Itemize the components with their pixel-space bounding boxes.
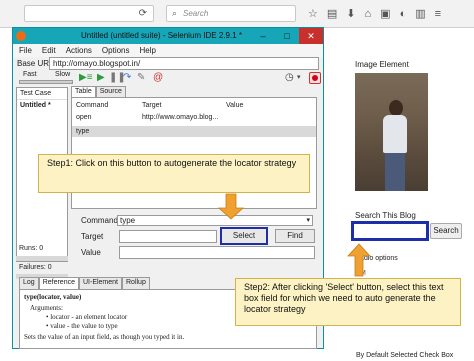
header-value: Value <box>226 102 244 109</box>
maximize-icon[interactable]: □ <box>275 28 299 44</box>
speed-slider[interactable] <box>19 80 73 84</box>
menu-edit[interactable]: Edit <box>42 44 56 57</box>
menu-help[interactable]: Help <box>140 44 156 57</box>
default-checkbox-label: By Default Selected Check Box <box>356 352 454 359</box>
reference-arg-value: • value - the value to type <box>46 322 118 330</box>
table-row[interactable]: open http://www.omayo.blog... <box>72 112 316 123</box>
editor-tabs: Table Source <box>71 86 126 97</box>
browser-toolbar-icons: ☆ ▤ ⬇ ⌂ ▣ ◐ ▥ ≡ <box>308 6 441 22</box>
clipboard-icon[interactable]: ▤ <box>327 6 337 22</box>
blog-search-input[interactable] <box>351 221 429 241</box>
cell-target: http://www.omayo.blog... <box>142 114 219 121</box>
person-legs <box>385 153 405 191</box>
image-element-title: Image Element <box>355 60 409 69</box>
search-icon: ⌕ <box>172 8 178 18</box>
tab-ui-element[interactable]: UI-Element <box>78 277 122 289</box>
failures-count: 0 <box>47 264 52 271</box>
clock-icon[interactable]: ◷ <box>285 72 294 84</box>
chat-icon[interactable]: ▣ <box>380 6 390 22</box>
close-icon[interactable]: ✕ <box>299 28 323 44</box>
tab-source[interactable]: Source <box>95 86 126 97</box>
ide-menubar: File Edit Actions Options Help <box>13 44 323 57</box>
runs-progress-bar <box>16 256 68 261</box>
base-url-label: Base URL <box>17 59 54 68</box>
dropdown-arrow-icon[interactable]: ▾ <box>297 72 301 84</box>
select-button[interactable]: Select <box>220 227 268 245</box>
browser-search-field[interactable]: ⌕ Search <box>166 5 296 22</box>
test-case-header: Test Case <box>17 88 67 100</box>
menu-icon[interactable]: ≡ <box>435 6 441 22</box>
header-command: Command <box>76 102 109 109</box>
speed-fast-label: Fast <box>23 71 37 78</box>
value-input[interactable] <box>119 246 315 259</box>
tab-table[interactable]: Table <box>71 86 96 97</box>
reference-signature: type(locator, value) <box>24 293 82 301</box>
ide-toolbar: Fast Slow ▶≡ ▶ ❚❚ ↷ ✎ @ ◷ ▾ <box>15 71 321 86</box>
record-button[interactable] <box>309 72 321 84</box>
failures-label: Failures: 0 <box>19 264 52 271</box>
bottom-tabs: Log Reference UI-Element Rollup <box>19 277 150 289</box>
home-icon[interactable]: ⌂ <box>365 6 372 22</box>
reference-arg-locator-text: locator - an element locator <box>50 313 128 321</box>
download-icon[interactable]: ⬇ <box>346 6 355 22</box>
runs-count: 0 <box>39 245 44 252</box>
rollup-icon[interactable]: ✎ <box>137 72 145 84</box>
search-blog-title: Search This Blog <box>355 211 416 220</box>
cell-command: open <box>76 114 92 121</box>
blog-search-button[interactable]: Search <box>430 223 462 239</box>
person-head <box>389 100 403 116</box>
chevron-down-icon: ▾ <box>306 217 310 224</box>
firefox-icon <box>16 31 26 41</box>
ide-titlebar: Untitled (untitled suite) - Selenium IDE… <box>13 28 323 44</box>
reference-arguments-label: Arguments: <box>30 304 63 312</box>
pocket-icon[interactable]: ◐ <box>400 6 407 22</box>
tab-log[interactable]: Log <box>19 277 39 289</box>
schedule-icon[interactable]: @ <box>153 72 163 84</box>
minimize-icon[interactable]: – <box>251 28 275 44</box>
menu-actions[interactable]: Actions <box>66 44 92 57</box>
search-placeholder: Search <box>183 9 209 18</box>
runs-label-text: Runs: <box>19 245 38 252</box>
base-url-input[interactable]: http://omayo.blogspot.in/ <box>49 57 319 70</box>
reference-arg-value-text: value - the value to type <box>50 322 118 330</box>
runs-label: Runs: 0 <box>19 245 43 252</box>
reference-arg-locator: • locator - an element locator <box>46 313 128 321</box>
command-label: Command <box>81 216 118 225</box>
tab-reference[interactable]: Reference <box>38 277 79 289</box>
cell-command: type <box>76 128 90 135</box>
value-label: Value <box>81 248 101 257</box>
play-suite-icon[interactable]: ▶≡ <box>79 72 93 84</box>
star-icon[interactable]: ☆ <box>308 6 318 22</box>
play-test-icon[interactable]: ▶ <box>97 72 105 84</box>
find-button[interactable]: Find <box>275 229 315 243</box>
radio-options-title: Radio options <box>355 255 398 262</box>
speed-slow-label: Slow <box>55 71 71 78</box>
reader-icon[interactable]: ▥ <box>415 6 425 22</box>
table-row-selected[interactable]: type <box>72 126 316 137</box>
command-select[interactable]: type ▾ <box>117 215 313 226</box>
address-bar[interactable]: ⟳ <box>24 5 154 22</box>
target-label: Target <box>81 232 104 241</box>
reference-description: Sets the value of an input field, as tho… <box>24 333 185 341</box>
test-case-item[interactable]: Untitled * <box>17 100 67 111</box>
person-body <box>383 115 407 153</box>
step1-callout: Step1: Click on this button to autogener… <box>38 154 310 193</box>
tab-rollup[interactable]: Rollup <box>122 277 150 289</box>
radio-option-partial[interactable]: M <box>360 270 366 277</box>
table-header-row: Command Target Value <box>72 100 316 111</box>
profile-photo <box>355 73 428 191</box>
step2-callout: Step2: After clicking 'Select' button, s… <box>235 278 461 326</box>
target-input[interactable] <box>119 230 217 243</box>
menu-options[interactable]: Options <box>102 44 130 57</box>
reload-icon[interactable]: ⟳ <box>139 8 147 19</box>
header-target: Target <box>142 102 162 109</box>
step-icon[interactable]: ↷ <box>123 72 131 84</box>
failures-label-text: Failures: <box>19 264 46 271</box>
ide-title: Untitled (untitled suite) - Selenium IDE… <box>81 31 242 40</box>
browser-toolbar: ⟳ ⌕ Search ☆ ▤ ⬇ ⌂ ▣ ◐ ▥ ≡ <box>0 0 474 28</box>
command-select-value: type <box>120 216 136 225</box>
menu-file[interactable]: File <box>19 44 32 57</box>
